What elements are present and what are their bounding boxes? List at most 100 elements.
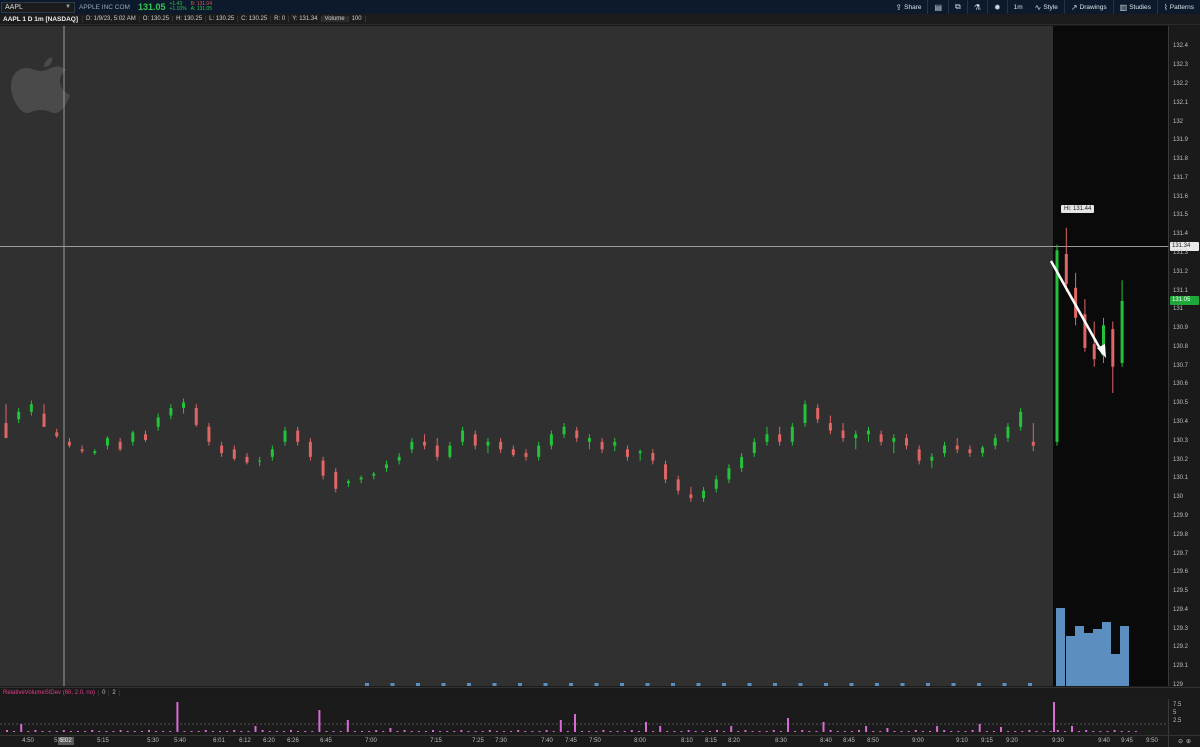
symbol-input[interactable]: AAPL ▼ bbox=[1, 1, 75, 13]
candle-body bbox=[118, 441, 122, 450]
candle-body bbox=[714, 479, 718, 489]
study-bar bbox=[1000, 727, 1002, 732]
patterns-button[interactable]: ⌇ Patterns bbox=[1156, 0, 1200, 14]
price-tick: 129.9 bbox=[1173, 512, 1189, 519]
volume-bar bbox=[492, 683, 497, 686]
candle-body bbox=[194, 408, 198, 425]
study-bar bbox=[1106, 731, 1109, 732]
candle-body bbox=[296, 430, 300, 442]
volume-bar bbox=[1002, 683, 1007, 686]
candle-body bbox=[828, 423, 832, 431]
time-tick: 6:26 bbox=[287, 738, 299, 744]
timeframe-button[interactable]: 1m bbox=[1006, 0, 1029, 14]
study-bar bbox=[62, 730, 65, 732]
price-axis[interactable]: 131.34 131.05 132.4 132.3 132.2 132.1 132 131… bbox=[1168, 26, 1200, 688]
time-tick: 6:20 bbox=[263, 738, 275, 744]
study-bar bbox=[226, 731, 229, 732]
study-header: RelativeVolumeStDev (60, 2.0, no) 0 2 bbox=[0, 687, 1200, 698]
chart-info-bar: AAPL 1 D 1m [NASDAQ] D: 1/9/23, 5:02 AM … bbox=[0, 14, 1200, 25]
study-bar bbox=[907, 731, 910, 732]
candle-body bbox=[169, 408, 173, 416]
zoom-in-icon[interactable]: ⊕ bbox=[1186, 738, 1191, 745]
candle-body bbox=[866, 430, 870, 435]
candle-body bbox=[283, 430, 287, 442]
candle-body bbox=[1120, 300, 1124, 363]
study-plot bbox=[0, 702, 1168, 732]
price-tick: 130.5 bbox=[1173, 400, 1189, 407]
study-bar bbox=[495, 731, 498, 732]
candle-body bbox=[562, 426, 566, 435]
time-tick: 8:20 bbox=[728, 738, 740, 744]
candle-body bbox=[67, 441, 71, 446]
study-bar bbox=[219, 731, 221, 732]
study-bar bbox=[517, 730, 520, 732]
chevron-down-icon[interactable]: ▼ bbox=[65, 4, 71, 10]
time-tick: 9:20 bbox=[1006, 738, 1018, 744]
price-tick: 129.2 bbox=[1173, 644, 1189, 651]
time-tick: 8:15 bbox=[705, 738, 717, 744]
study-bar bbox=[552, 731, 555, 732]
relative-volume-study[interactable] bbox=[0, 699, 1168, 735]
export-icon: ⧉ bbox=[955, 2, 961, 11]
study-bar bbox=[836, 731, 839, 732]
info-volume-label: Volume bbox=[321, 16, 349, 22]
top-toolbar: AAPL ▼ APPLE INC COM 131.05 +1.43 +1.10%… bbox=[0, 0, 1200, 14]
study-bar bbox=[822, 722, 825, 732]
candle-body bbox=[270, 449, 274, 457]
study-bar bbox=[630, 730, 633, 732]
style-button[interactable]: ∿ Style bbox=[1029, 0, 1064, 14]
share-icon: ⇪ bbox=[895, 2, 903, 12]
drawings-button[interactable]: ↗ Drawings bbox=[1063, 0, 1113, 14]
info-close: C: 130.25 bbox=[238, 16, 272, 22]
study-bar bbox=[716, 730, 718, 732]
zoom-out-icon[interactable]: ⊖ bbox=[1178, 738, 1183, 745]
candle-body bbox=[1111, 329, 1115, 367]
candle-body bbox=[461, 430, 465, 442]
candle-body bbox=[625, 449, 629, 457]
volume-bar bbox=[926, 683, 930, 686]
study-bar bbox=[119, 730, 122, 732]
study-name[interactable]: RelativeVolumeStDev (60, 2.0, no) bbox=[0, 690, 100, 696]
study-axis: 7.5 5 2.5 bbox=[1168, 699, 1200, 735]
studies-button[interactable]: ▥ Studies bbox=[1112, 0, 1157, 14]
settings-button[interactable]: ✹ bbox=[986, 0, 1007, 14]
candle-body bbox=[346, 481, 350, 484]
price-tick: 130.3 bbox=[1173, 437, 1189, 444]
candle-body bbox=[1064, 254, 1068, 285]
price-tick: 131.6 bbox=[1173, 193, 1189, 200]
high-annotation: Hi: 131.44 bbox=[1061, 205, 1095, 213]
study-bar bbox=[645, 722, 647, 732]
study-bar bbox=[616, 731, 619, 732]
study-bar bbox=[992, 731, 995, 732]
price-tick: 131.7 bbox=[1173, 174, 1189, 181]
study-bar bbox=[290, 730, 292, 732]
volume-bar bbox=[722, 683, 726, 686]
volume-bar bbox=[1028, 683, 1032, 686]
export-button[interactable]: ⧉ bbox=[948, 0, 967, 14]
chart-layout-button[interactable]: ▤ bbox=[927, 0, 948, 14]
study-bar bbox=[55, 731, 58, 732]
study-bar bbox=[893, 731, 896, 732]
time-tick: 8:00 bbox=[634, 738, 646, 744]
candle-body bbox=[879, 434, 883, 442]
candle-body bbox=[156, 417, 160, 427]
price-change: +1.43 +1.10% bbox=[169, 2, 186, 12]
price-tick: 129.1 bbox=[1173, 663, 1189, 670]
candle-body bbox=[1092, 344, 1096, 360]
study-bar bbox=[531, 731, 534, 732]
study-bar bbox=[176, 702, 179, 732]
study-bar bbox=[1113, 730, 1116, 732]
price-tick: 131.2 bbox=[1173, 268, 1189, 275]
chart-title[interactable]: AAPL 1 D 1m [NASDAQ] bbox=[0, 15, 84, 23]
study-bar bbox=[6, 730, 8, 732]
price-tick: 129.7 bbox=[1173, 550, 1189, 557]
study-bar bbox=[275, 731, 278, 732]
flask-button[interactable]: ⚗ bbox=[966, 0, 987, 14]
time-tick: 8:10 bbox=[681, 738, 693, 744]
study-bar bbox=[1053, 702, 1055, 732]
time-tick: 8:30 bbox=[775, 738, 787, 744]
time-axis[interactable]: 5:02 4:50 5:05 5:15 5:30 5:40 6:01 6:12 6:20 6:2… bbox=[0, 735, 1168, 747]
candle-body bbox=[321, 460, 325, 476]
price-chart[interactable]: Hi: 131.44 bbox=[0, 26, 1168, 686]
share-button[interactable]: ⇪ Share bbox=[889, 0, 927, 14]
